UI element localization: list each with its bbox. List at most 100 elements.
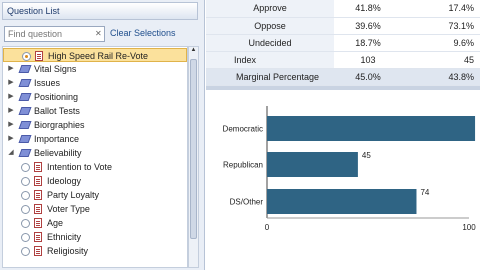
collapse-arrow-icon[interactable]: ◢ [7, 146, 15, 160]
question-icon [34, 204, 42, 214]
category-icon [18, 79, 32, 87]
expand-arrow-icon[interactable]: ▶ [7, 62, 15, 76]
search-input[interactable] [4, 26, 105, 42]
bar [267, 189, 417, 214]
tree-item-religiosity[interactable]: Religiosity [3, 244, 187, 258]
question-icon [35, 51, 43, 61]
tree-item-intention-to-vote[interactable]: Intention to Vote [3, 160, 187, 174]
tree-item-label: Importance [34, 134, 80, 144]
tree-item-label: Believability [34, 148, 82, 158]
tree-item-label: Intention to Vote [47, 162, 113, 172]
radio-button[interactable] [21, 163, 30, 172]
expand-arrow-icon[interactable]: ▶ [7, 132, 15, 146]
tree-item-age[interactable]: Age [3, 216, 187, 230]
tree-item-label: Positioning [34, 92, 79, 102]
tree-item-biorgraphies[interactable]: ▶ Biorgraphies [3, 118, 187, 132]
cell-value: 18.7% [334, 34, 402, 52]
radio-button[interactable] [21, 219, 30, 228]
cell-value: 17.4% [402, 0, 480, 18]
tree-item-vital-signs[interactable]: ▶ Vital Signs [3, 62, 187, 76]
cell-value: 103 [334, 51, 402, 69]
tree-item-label: Age [47, 218, 64, 228]
row-label: Index [206, 51, 334, 69]
question-icon [34, 246, 42, 256]
category-icon [18, 93, 32, 101]
results-panel: Approve 41.8% 17.4% Oppose 39.6% 73.1% U… [206, 0, 480, 270]
cell-value: 45.0% [334, 68, 402, 86]
tree-scrollbar[interactable]: ▲ [188, 46, 199, 268]
expand-arrow-icon[interactable]: ▶ [7, 76, 15, 90]
table-row: Oppose 39.6% 73.1% [206, 17, 480, 35]
bar [267, 152, 358, 177]
question-icon [34, 218, 42, 228]
data-label: 74 [420, 188, 429, 197]
category-icon [18, 121, 32, 129]
tree-item-label: Biorgraphies [34, 120, 85, 130]
panel-header: Question List [2, 2, 198, 20]
tree-item-believability[interactable]: ◢ Believability [3, 146, 187, 160]
category-icon [18, 135, 32, 143]
expand-arrow-icon[interactable]: ▶ [7, 90, 15, 104]
tree-item-high-speed-rail[interactable]: High Speed Rail Re-Vote [3, 48, 187, 62]
tree-item-label: Ballot Tests [34, 106, 80, 116]
tree-item-party-loyalty[interactable]: Party Loyalty [3, 188, 187, 202]
radio-button[interactable] [21, 191, 30, 200]
tree-item-ideology[interactable]: Ideology [3, 174, 187, 188]
close-icon[interactable]: ✕ [95, 29, 102, 38]
index-bar-chart: Democratic Republican 45 DS/Other 74 0 100 [223, 106, 476, 232]
radio-button[interactable] [22, 52, 31, 61]
scroll-up-icon[interactable]: ▲ [189, 47, 198, 57]
tree-item-label: Ethnicity [47, 232, 82, 242]
cell-value: 9.6% [402, 34, 480, 52]
expand-arrow-icon[interactable]: ▶ [7, 104, 15, 118]
table-row: Undecided 18.7% 9.6% [206, 34, 480, 52]
tree-item-label: Party Loyalty [47, 190, 100, 200]
tree-item-importance[interactable]: ▶ Importance [3, 132, 187, 146]
x-tick-label: 100 [462, 223, 476, 232]
expand-arrow-icon[interactable]: ▶ [7, 118, 15, 132]
x-tick-label: 0 [265, 223, 270, 232]
category-icon [18, 65, 32, 73]
radio-button[interactable] [21, 247, 30, 256]
tree-item-voter-type[interactable]: Voter Type [3, 202, 187, 216]
question-icon [34, 162, 42, 172]
radio-button[interactable] [21, 233, 30, 242]
row-label: Oppose [206, 17, 334, 35]
tree-item-label: Ideology [47, 176, 82, 186]
category-label: DS/Other [230, 198, 264, 207]
question-list-panel: Question List ✕ Clear Selections High Sp… [0, 0, 205, 270]
question-icon [34, 190, 42, 200]
cell-value: 43.8% [402, 68, 480, 86]
bar [267, 116, 476, 141]
table-row: Index 103 45 [206, 51, 480, 69]
cell-value: 73.1% [402, 17, 480, 35]
radio-button[interactable] [21, 177, 30, 186]
question-icon [34, 232, 42, 242]
row-label: Undecided [206, 34, 334, 52]
tree-item-label: Vital Signs [34, 64, 77, 74]
radio-button[interactable] [21, 205, 30, 214]
table-row: Approve 41.8% 17.4% [206, 0, 480, 18]
category-icon [18, 149, 32, 157]
tree-item-label: Issues [34, 78, 61, 88]
cell-value: 45 [402, 51, 480, 69]
tree-item-issues[interactable]: ▶ Issues [3, 76, 187, 90]
panel-divider [206, 86, 480, 90]
row-label: Marginal Percentage [206, 68, 334, 86]
tree-item-ethnicity[interactable]: Ethnicity [3, 230, 187, 244]
tree-item-label: High Speed Rail Re-Vote [48, 51, 149, 61]
clear-selections-link[interactable]: Clear Selections [110, 28, 176, 38]
table-row: Marginal Percentage 45.0% 43.8% [206, 68, 480, 86]
tree-item-ballot-tests[interactable]: ▶ Ballot Tests [3, 104, 187, 118]
scroll-thumb[interactable] [190, 59, 197, 239]
question-icon [34, 176, 42, 186]
cell-value: 41.8% [334, 0, 402, 18]
category-icon [18, 107, 32, 115]
tree-item-positioning[interactable]: ▶ Positioning [3, 90, 187, 104]
category-label: Republican [223, 161, 263, 170]
row-label: Approve [206, 0, 334, 18]
cell-value: 39.6% [334, 17, 402, 35]
category-label: Democratic [223, 125, 263, 134]
tree-item-label: Religiosity [47, 246, 89, 256]
data-label: 45 [362, 151, 371, 160]
